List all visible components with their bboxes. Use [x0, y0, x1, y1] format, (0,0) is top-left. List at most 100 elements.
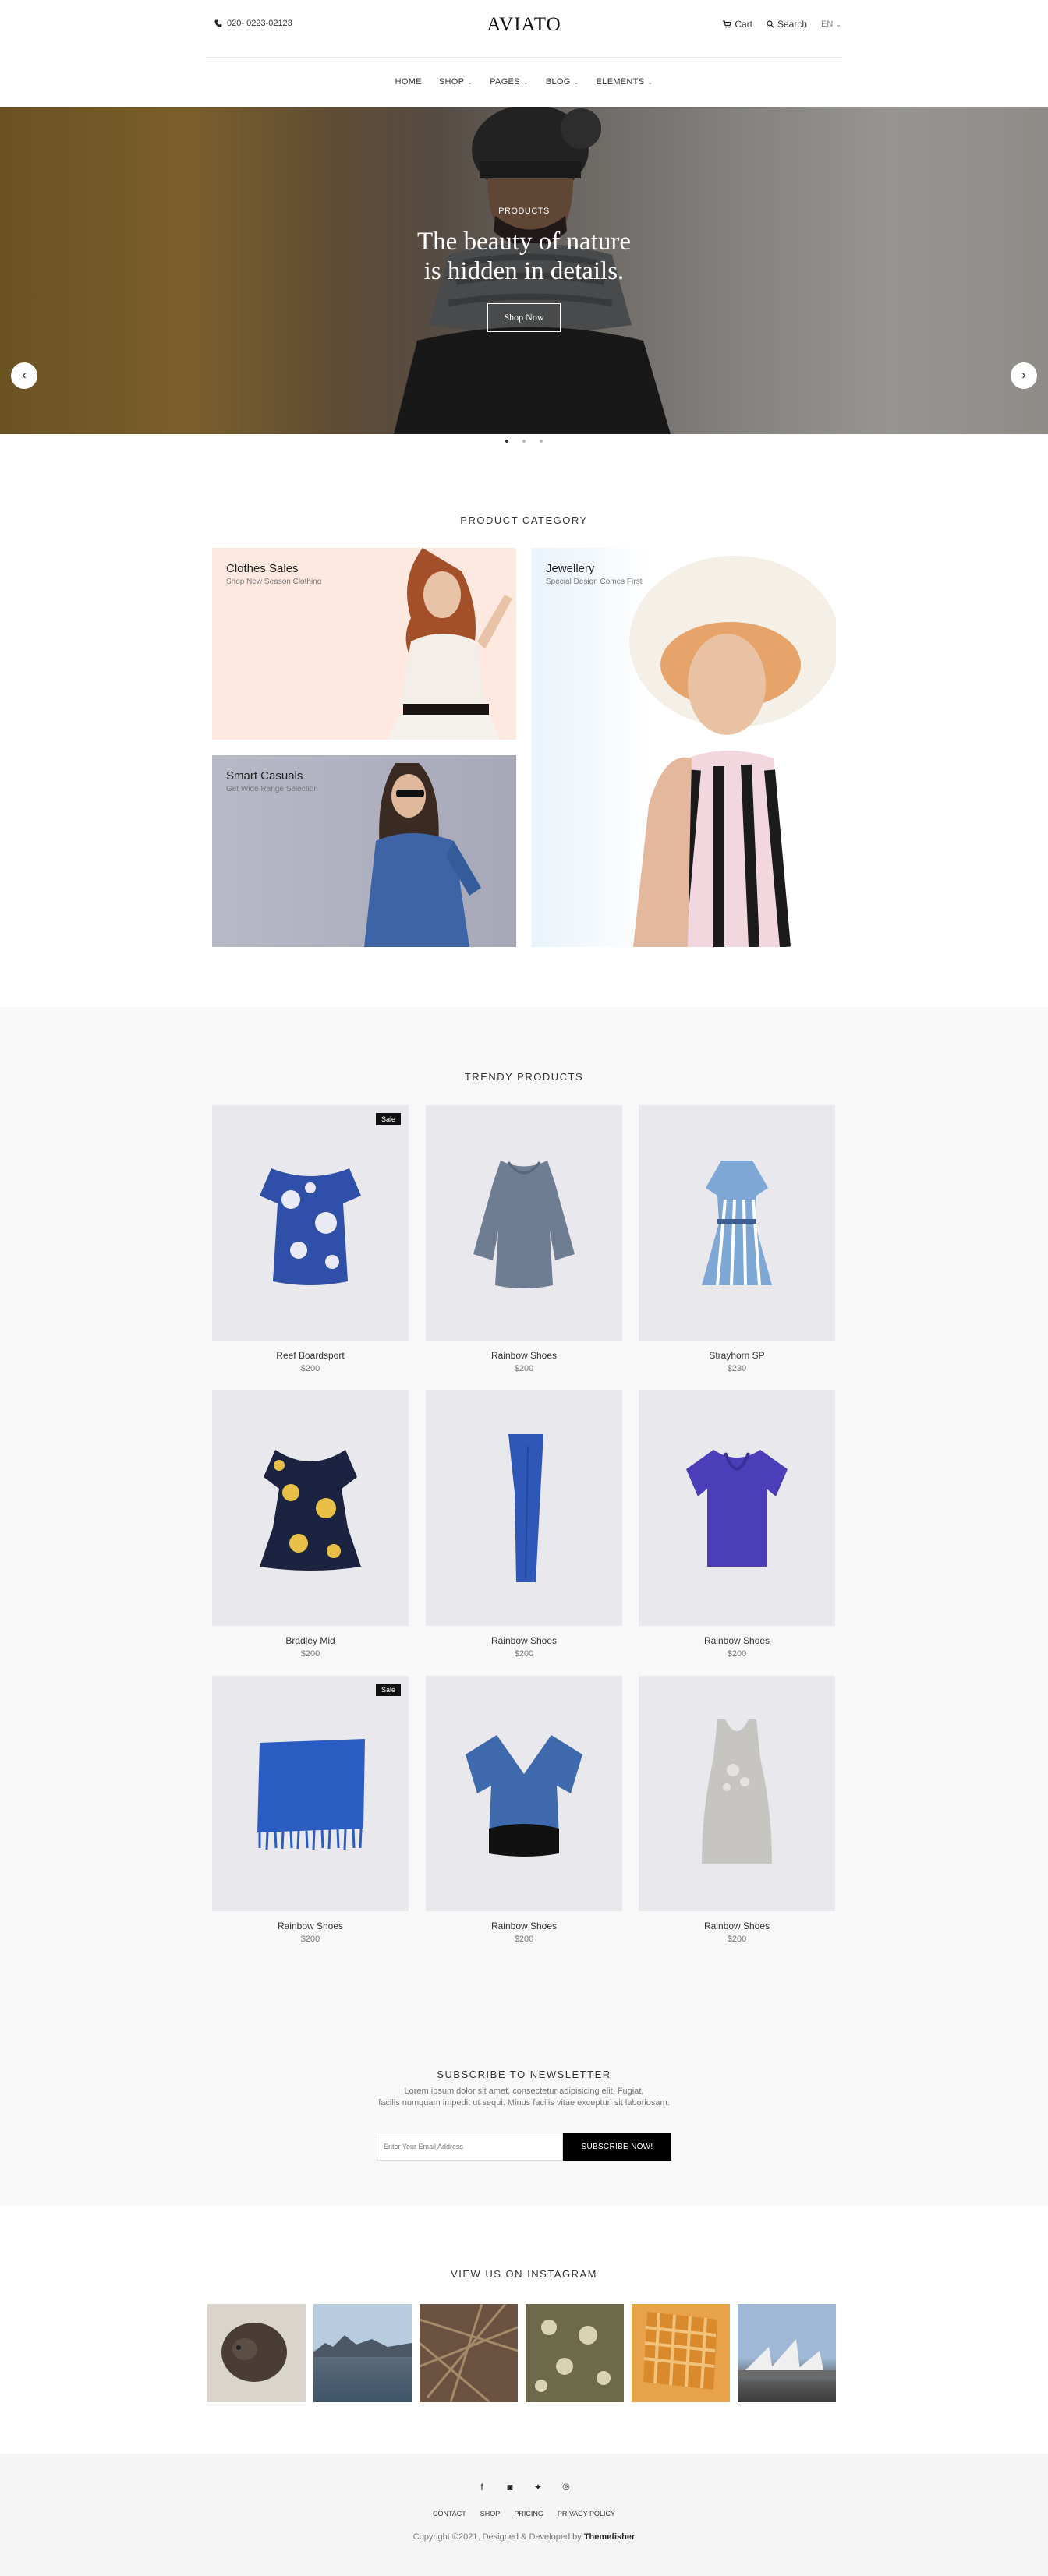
product-card[interactable]: Bradley Mid $200 — [212, 1390, 409, 1659]
shop-now-button[interactable]: Shop Now — [487, 303, 561, 332]
category-jewellery-image — [629, 556, 836, 947]
category-subtitle: Shop New Season Clothing — [226, 578, 322, 586]
footer-link-contact[interactable]: CONTACT — [433, 2510, 466, 2518]
product-image[interactable] — [212, 1390, 409, 1626]
language-label: EN — [821, 19, 834, 29]
newsletter-title: SUBSCRIBE TO NEWSLETTER — [437, 2069, 611, 2080]
product-scarf-blue-image — [257, 1739, 365, 1850]
newsletter-text-line: facilis numquam impedit ut sequi. Minus … — [378, 2098, 670, 2108]
trendy-section-title: TRENDY PRODUCTS — [464, 1071, 584, 1083]
product-card[interactable]: Rainbow Shoes $200 — [426, 1676, 622, 1944]
slider-prev-button[interactable]: ‹ — [11, 362, 37, 389]
themefisher-link[interactable]: Themefisher — [584, 2532, 635, 2542]
chevron-down-icon: ⌄ — [467, 78, 473, 86]
category-card-casuals[interactable]: Smart Casuals Get Wide Range Selection — [212, 755, 516, 947]
product-name[interactable]: Strayhorn SP — [639, 1350, 835, 1361]
product-card[interactable]: Sale Reef Boardsport $200 — [212, 1105, 409, 1373]
product-card[interactable]: Rainbow Shoes $200 — [426, 1390, 622, 1659]
product-card[interactable]: Sale Rainbow Shoes $200 — [212, 1676, 409, 1944]
top-bar-inner: 020- 0223-02123 AVIATO Cart Search EN ⌄ — [207, 0, 841, 58]
product-name[interactable]: Rainbow Shoes — [426, 1921, 622, 1931]
category-title: Clothes Sales — [226, 562, 299, 575]
instagram-waffle-image — [643, 2312, 717, 2390]
product-name[interactable]: Rainbow Shoes — [639, 1921, 835, 1931]
slider-dot[interactable] — [505, 440, 508, 443]
product-image[interactable] — [639, 1390, 835, 1626]
cart-link[interactable]: Cart — [723, 19, 752, 30]
slider-dot[interactable] — [522, 440, 526, 443]
product-image[interactable]: Sale — [212, 1676, 409, 1911]
footer-link-privacy[interactable]: PRIVACY POLICY — [558, 2510, 615, 2518]
product-price: $200 — [300, 1364, 320, 1373]
product-price: $200 — [514, 1649, 534, 1659]
nav-item-home[interactable]: HOME — [395, 77, 422, 87]
product-price: $200 — [727, 1649, 747, 1659]
sale-badge: Sale — [375, 1113, 401, 1125]
nav-item-shop[interactable]: SHOP ⌄ — [439, 77, 473, 87]
category-section-title: PRODUCT CATEGORY — [460, 514, 588, 526]
product-card[interactable]: Strayhorn SP $230 — [639, 1105, 835, 1373]
pinterest-icon[interactable]: ℗ — [561, 2482, 572, 2493]
product-image[interactable] — [426, 1390, 622, 1626]
nav-item-pages[interactable]: PAGES ⌄ — [490, 77, 529, 87]
top-bar: 020- 0223-02123 AVIATO Cart Search EN ⌄ — [0, 0, 1048, 58]
slider-next-button[interactable]: › — [1011, 362, 1037, 389]
chevron-down-icon: ⌄ — [836, 20, 841, 28]
instagram-photo[interactable] — [207, 2304, 306, 2402]
product-tank-top-image — [702, 1719, 772, 1864]
instagram-photo[interactable] — [420, 2304, 518, 2402]
nav-label: SHOP — [438, 77, 465, 87]
chevron-down-icon: ⌄ — [573, 78, 579, 86]
category-card-clothes[interactable]: Clothes Sales Shop New Season Clothing — [212, 548, 516, 740]
hero-subtitle: PRODUCTS — [498, 207, 550, 216]
instagram-photo[interactable] — [313, 2304, 412, 2402]
twitter-icon[interactable]: ✦ — [533, 2482, 543, 2493]
sale-badge: Sale — [375, 1684, 401, 1696]
social-links: f ◙ ✦ ℗ — [0, 2482, 1048, 2493]
slider-dot[interactable] — [540, 440, 543, 443]
chevron-down-icon: ⌄ — [522, 78, 529, 86]
category-title: Jewellery — [546, 562, 595, 575]
product-name[interactable]: Reef Boardsport — [212, 1350, 409, 1361]
product-card[interactable]: Rainbow Shoes $200 — [639, 1390, 835, 1659]
product-pants-blue-image — [508, 1434, 543, 1582]
instagram-opera-house-image — [738, 2339, 836, 2376]
product-name[interactable]: Bradley Mid — [212, 1635, 409, 1646]
product-card[interactable]: Rainbow Shoes $200 — [426, 1105, 622, 1373]
product-card[interactable]: Rainbow Shoes $200 — [639, 1676, 835, 1944]
product-top-floral-image — [260, 1168, 361, 1285]
page: 020- 0223-02123 AVIATO Cart Search EN ⌄ — [0, 0, 1048, 2576]
product-image[interactable] — [426, 1105, 622, 1341]
facebook-icon[interactable]: f — [476, 2482, 487, 2493]
product-image[interactable] — [639, 1105, 835, 1341]
language-select[interactable]: EN ⌄ — [821, 19, 841, 29]
chevron-down-icon: ⌄ — [647, 78, 653, 86]
product-name[interactable]: Rainbow Shoes — [212, 1921, 409, 1931]
product-price: $230 — [727, 1364, 747, 1373]
footer-link-pricing[interactable]: PRICING — [514, 2510, 543, 2518]
product-image[interactable]: Sale — [212, 1105, 409, 1341]
cart-icon — [723, 20, 732, 28]
search-icon — [767, 20, 774, 28]
nav-item-elements[interactable]: ELEMENTS ⌄ — [597, 77, 653, 87]
product-image[interactable] — [639, 1676, 835, 1911]
newsletter-text-line: Lorem ipsum dolor sit amet, consectetur … — [404, 2087, 644, 2096]
product-name[interactable]: Rainbow Shoes — [639, 1635, 835, 1646]
nav-item-blog[interactable]: BLOG ⌄ — [546, 77, 579, 87]
category-title: Smart Casuals — [226, 769, 303, 783]
instagram-photo[interactable] — [526, 2304, 624, 2402]
search-link[interactable]: Search — [767, 19, 807, 30]
product-name[interactable]: Rainbow Shoes — [426, 1350, 622, 1361]
footer-link-shop[interactable]: SHOP — [480, 2510, 501, 2518]
category-card-jewellery[interactable]: Jewellery Special Design Comes First — [532, 548, 836, 947]
email-field[interactable] — [377, 2133, 563, 2161]
footer-links: CONTACT SHOP PRICING PRIVACY POLICY — [0, 2510, 1048, 2518]
product-image[interactable] — [426, 1676, 622, 1911]
subscribe-button[interactable]: SUBSCRIBE NOW! — [563, 2133, 671, 2161]
instagram-icon[interactable]: ◙ — [505, 2482, 515, 2493]
instagram-photo[interactable] — [738, 2304, 836, 2402]
instagram-photo[interactable] — [632, 2304, 730, 2402]
product-name[interactable]: Rainbow Shoes — [426, 1635, 622, 1646]
hero-title-line: is hidden in details. — [423, 257, 625, 285]
copyright-text: Copyright ©2021, Designed & Developed by — [412, 2532, 582, 2542]
